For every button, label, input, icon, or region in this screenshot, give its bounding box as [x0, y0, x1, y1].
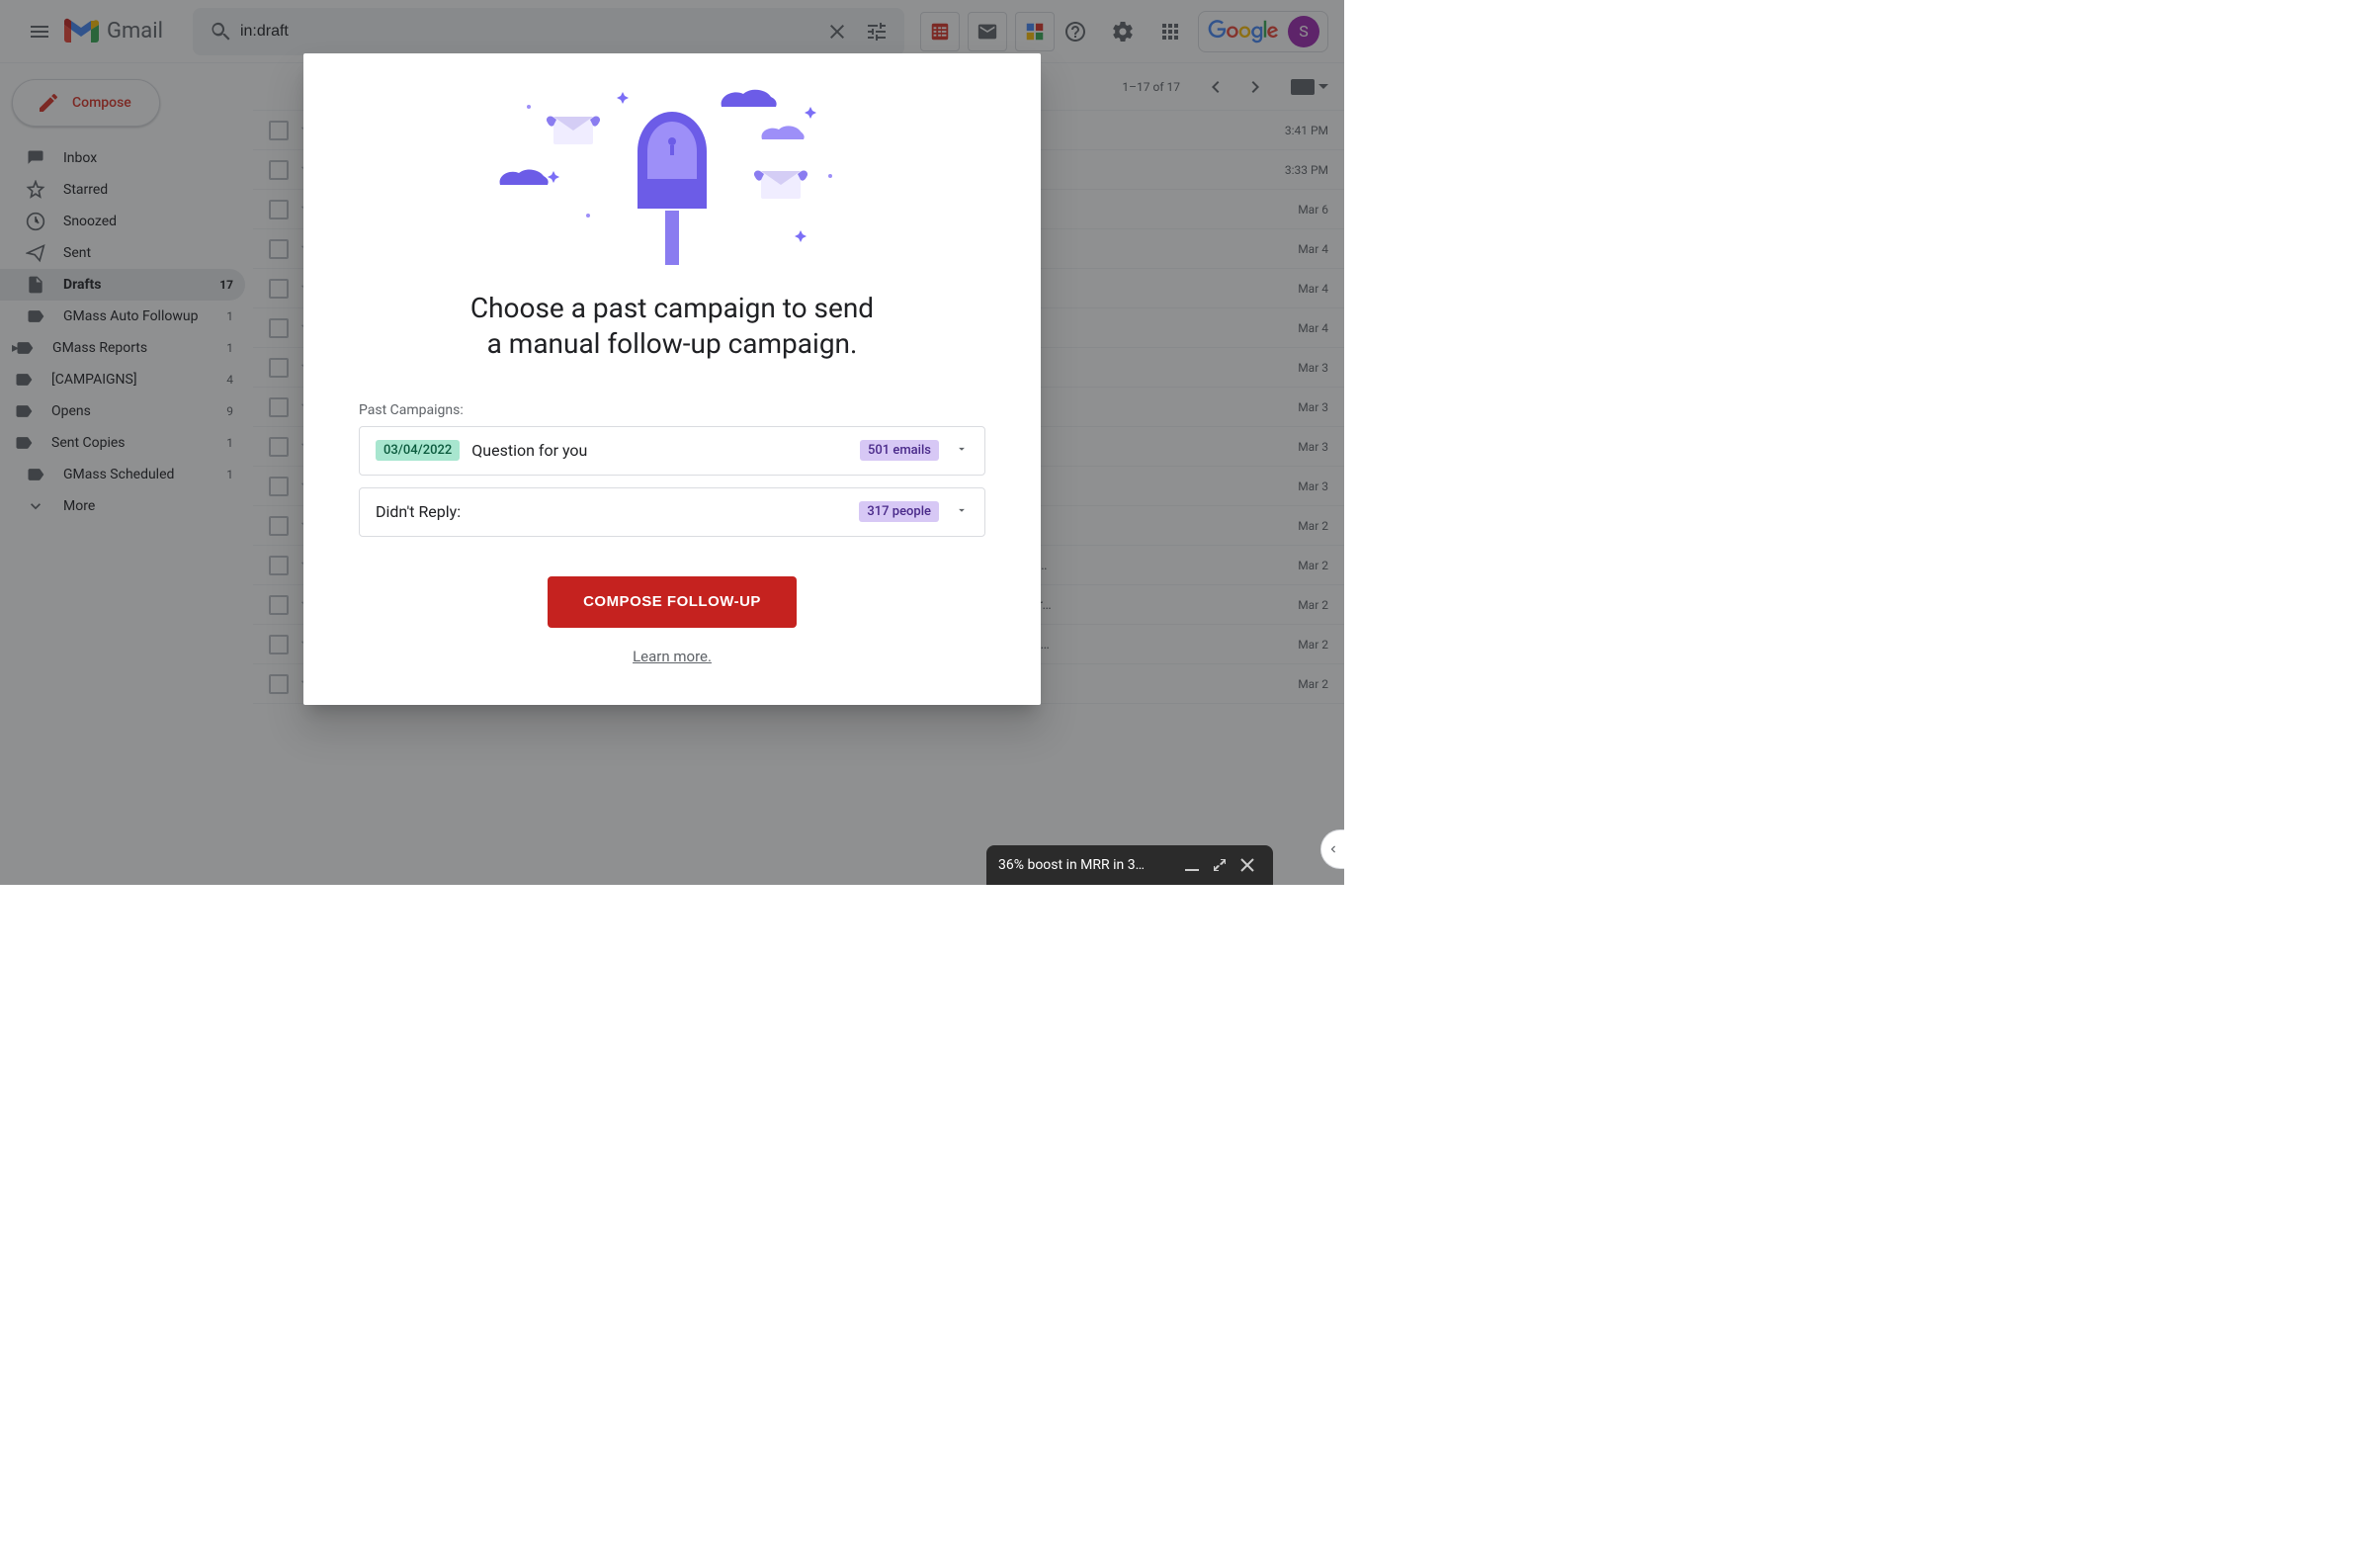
modal-title: Choose a past campaign to senda manual f…: [359, 291, 985, 363]
mailbox-illustration: [359, 77, 985, 275]
close-icon[interactable]: [1233, 851, 1261, 879]
learn-more-link[interactable]: Learn more.: [359, 648, 985, 665]
campaign-select[interactable]: 03/04/2022 Question for you 501 emails: [359, 426, 985, 476]
segment-count-chip: 317 people: [859, 501, 939, 522]
segment-label: Didn't Reply:: [376, 502, 859, 521]
minimized-compose-title: 36% boost in MRR in 3…: [998, 857, 1178, 873]
expand-icon[interactable]: [1206, 851, 1233, 879]
campaign-date-chip: 03/04/2022: [376, 440, 460, 461]
chevron-down-icon: [955, 441, 969, 460]
campaign-name: Question for you: [471, 441, 860, 460]
segment-select[interactable]: Didn't Reply: 317 people: [359, 487, 985, 537]
followup-modal: Choose a past campaign to senda manual f…: [303, 53, 1041, 705]
minimized-compose[interactable]: 36% boost in MRR in 3…: [986, 845, 1273, 885]
compose-followup-button[interactable]: COMPOSE FOLLOW-UP: [548, 576, 797, 628]
campaign-count-chip: 501 emails: [860, 440, 939, 461]
minimize-icon[interactable]: [1178, 851, 1206, 879]
chevron-down-icon: [955, 502, 969, 521]
past-campaigns-label: Past Campaigns:: [359, 402, 985, 418]
